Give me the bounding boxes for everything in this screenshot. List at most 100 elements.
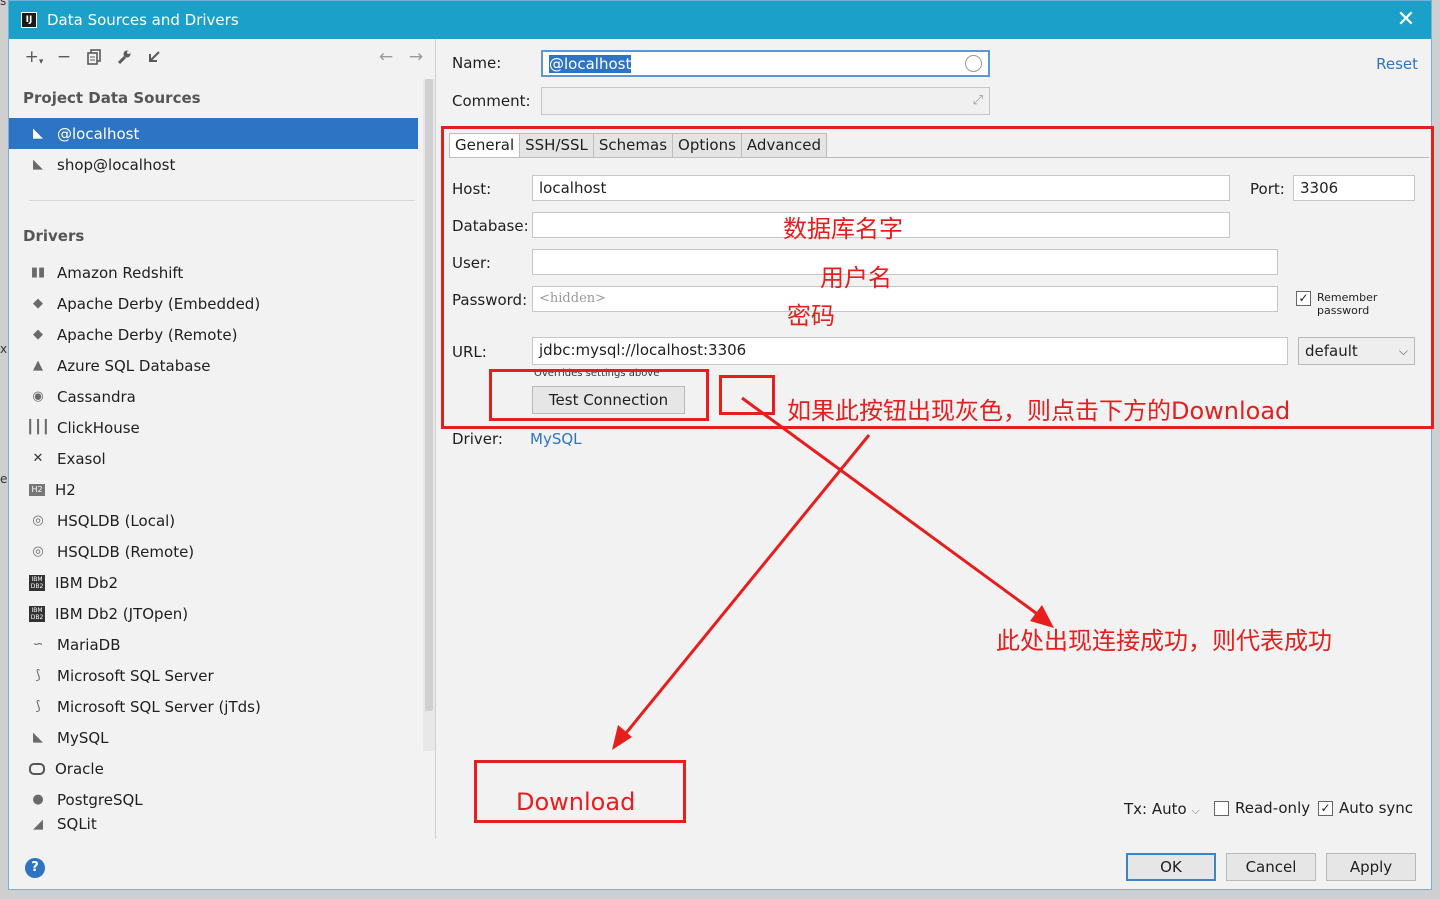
project-data-sources-heading: Project Data Sources	[23, 89, 201, 107]
color-circle-icon[interactable]	[965, 55, 982, 72]
window-title: Data Sources and Drivers	[47, 11, 239, 29]
driver-label: MariaDB	[57, 635, 121, 654]
background-text-fragment: s	[0, 0, 7, 8]
data-source-shop-localhost[interactable]: ◣ shop@localhost	[9, 149, 435, 180]
driver-h2[interactable]: H2 H2	[9, 474, 435, 505]
driver-mssql[interactable]: ⟆ Microsoft SQL Server	[9, 660, 435, 691]
hsqldb-icon: ◎	[32, 513, 44, 528]
left-scrollbar[interactable]	[423, 79, 435, 751]
driver-hsqldb-local[interactable]: ◎ HSQLDB (Local)	[9, 505, 435, 536]
driver-ibm-db2[interactable]: IBM DB2 IBM Db2	[9, 567, 435, 598]
title-bar: IJ Data Sources and Drivers ✕	[9, 1, 1431, 39]
name-input[interactable]: @localhost	[541, 50, 990, 77]
annotation-button-hint: 如果此按钮出现灰色，则点击下方的Download	[787, 397, 1291, 425]
driver-label: IBM Db2 (JTOpen)	[55, 604, 189, 623]
driver-label: Microsoft SQL Server (jTds)	[57, 697, 261, 716]
driver-label: Microsoft SQL Server	[57, 666, 214, 685]
mysql-dolphin-icon: ◣	[33, 730, 43, 745]
comment-label: Comment:	[452, 92, 531, 110]
add-icon[interactable]: + ▾	[19, 43, 49, 71]
data-source-label: shop@localhost	[57, 155, 176, 174]
derby-hat-icon: ◆	[33, 327, 43, 342]
duplicate-icon[interactable]	[79, 43, 109, 71]
clickhouse-bars-icon: ┃┃┃	[26, 420, 50, 435]
remove-icon[interactable]: −	[49, 43, 79, 71]
mysql-dolphin-icon: ◣	[33, 126, 43, 141]
name-label: Name:	[452, 54, 502, 72]
driver-azure-sql[interactable]: ▲ Azure SQL Database	[9, 350, 435, 381]
auto-sync-label[interactable]: Auto sync	[1339, 799, 1413, 817]
chevron-down-icon: ⌵	[1191, 804, 1200, 817]
tx-mode-dropdown[interactable]: Tx: Auto ⌵	[1124, 800, 1200, 818]
driver-label: Oracle	[55, 759, 104, 778]
read-only-checkbox[interactable]	[1214, 801, 1229, 816]
help-icon[interactable]: ?	[25, 858, 45, 878]
background-text-fragment: x	[0, 342, 8, 356]
annotation-test-button-box	[489, 369, 709, 421]
mysql-dolphin-icon: ◣	[33, 157, 43, 172]
driver-label: Amazon Redshift	[57, 263, 184, 282]
driver-label: H2	[55, 480, 76, 499]
driver-amazon-redshift[interactable]: ▮▮ Amazon Redshift	[9, 257, 435, 288]
driver-label: HSQLDB (Local)	[57, 511, 176, 530]
annotation-success-hint: 此处出现连接成功，则代表成功	[996, 627, 1332, 655]
import-icon[interactable]	[139, 43, 169, 71]
driver-apache-derby-remote[interactable]: ◆ Apache Derby (Remote)	[9, 319, 435, 350]
driver-exasol[interactable]: ✕ Exasol	[9, 443, 435, 474]
apply-button[interactable]: Apply	[1326, 853, 1416, 881]
driver-mssql-jtds[interactable]: ⟆ Microsoft SQL Server (jTds)	[9, 691, 435, 722]
annotation-status-box	[719, 375, 775, 415]
forward-arrow-icon[interactable]: →	[401, 43, 431, 71]
driver-label: HSQLDB (Remote)	[57, 542, 195, 561]
driver-clickhouse[interactable]: ┃┃┃ ClickHouse	[9, 412, 435, 443]
tx-mode-value: Tx: Auto	[1124, 800, 1187, 818]
comment-input[interactable]: ⤢	[541, 87, 990, 115]
section-divider	[29, 200, 415, 201]
name-value: @localhost	[549, 55, 632, 73]
data-source-localhost[interactable]: ◣ @localhost	[9, 118, 418, 149]
driver-sqlite[interactable]: ◢ SQLit	[9, 815, 435, 831]
read-only-label[interactable]: Read-only	[1235, 799, 1310, 817]
wrench-icon[interactable]	[109, 43, 139, 71]
driver-mariadb[interactable]: ∽ MariaDB	[9, 629, 435, 660]
scrollbar-thumb[interactable]	[425, 79, 433, 711]
driver-label: Apache Derby (Embedded)	[57, 294, 261, 313]
driver-oracle[interactable]: Oracle	[9, 753, 435, 784]
driver-label: ClickHouse	[57, 418, 140, 437]
annotation-user-hint: 用户名	[820, 264, 892, 292]
annotation-database-hint: 数据库名字	[783, 215, 903, 243]
driver-apache-derby-embedded[interactable]: ◆ Apache Derby (Embedded)	[9, 288, 435, 319]
ok-button[interactable]: OK	[1126, 853, 1216, 881]
driver-cassandra[interactable]: ◉ Cassandra	[9, 381, 435, 412]
driver-postgresql[interactable]: ● PostgreSQL	[9, 784, 435, 815]
ibm-db2-icon: IBM DB2	[29, 605, 45, 622]
sql-server-icon: ⟆	[35, 699, 41, 714]
driver-label: PostgreSQL	[57, 790, 143, 809]
reset-link[interactable]: Reset	[1376, 55, 1418, 73]
annotation-download-label: Download	[516, 788, 636, 816]
driver-label: SQLit	[57, 815, 97, 831]
oracle-icon	[29, 762, 45, 775]
driver-label: Azure SQL Database	[57, 356, 211, 375]
cassandra-eye-icon: ◉	[32, 389, 44, 404]
cancel-button[interactable]: Cancel	[1226, 853, 1316, 881]
driver-mysql[interactable]: ◣ MySQL	[9, 722, 435, 753]
redshift-icon: ▮▮	[30, 265, 46, 280]
driver-ibm-db2-jtopen[interactable]: IBM DB2 IBM Db2 (JTOpen)	[9, 598, 435, 629]
driver-label: Exasol	[57, 449, 106, 468]
close-icon[interactable]: ✕	[1393, 7, 1419, 33]
intellij-app-icon: IJ	[21, 12, 37, 28]
driver-label: Driver:	[452, 430, 503, 448]
azure-icon: ▲	[33, 358, 43, 373]
driver-hsqldb-remote[interactable]: ◎ HSQLDB (Remote)	[9, 536, 435, 567]
driver-label: IBM Db2	[55, 573, 119, 592]
drivers-heading: Drivers	[23, 227, 85, 245]
auto-sync-checkbox[interactable]: ✓	[1318, 801, 1333, 816]
data-source-label: @localhost	[57, 124, 140, 143]
expand-icon[interactable]: ⤢	[973, 91, 983, 111]
driver-mysql-link[interactable]: MySQL	[530, 430, 582, 448]
back-arrow-icon[interactable]: ←	[371, 43, 401, 71]
driver-label: Apache Derby (Remote)	[57, 325, 238, 344]
annotation-password-hint: 密码	[787, 302, 835, 330]
mariadb-seal-icon: ∽	[32, 637, 44, 652]
